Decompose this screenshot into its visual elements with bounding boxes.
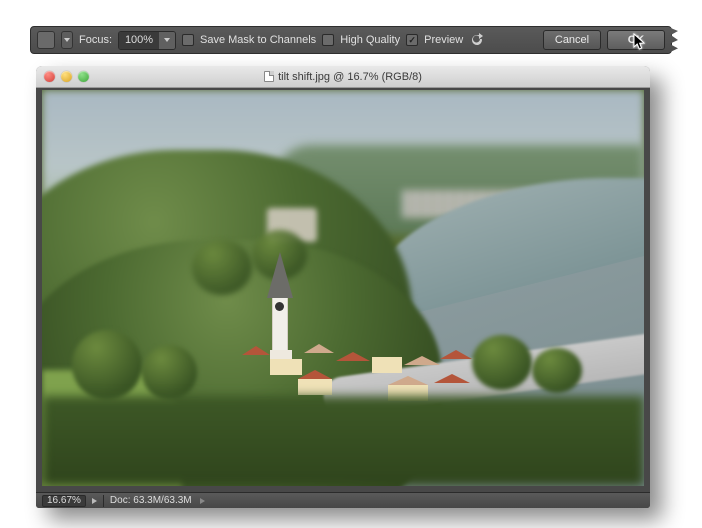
zoom-field[interactable]: 16.67%	[42, 495, 86, 507]
high-quality-checkbox[interactable]	[322, 34, 334, 46]
document-icon	[264, 71, 274, 82]
doc-info-menu-icon[interactable]	[200, 498, 205, 504]
window-title-text: tilt shift.jpg @ 16.7% (RGB/8)	[278, 71, 422, 83]
status-popout-icon[interactable]	[92, 498, 97, 504]
zoom-value: 16.67%	[47, 495, 81, 506]
save-mask-label: Save Mask to Channels	[200, 34, 316, 46]
options-bar: Focus: Save Mask to Channels High Qualit…	[30, 26, 672, 54]
cancel-button[interactable]: Cancel	[543, 30, 601, 50]
window-titlebar[interactable]: tilt shift.jpg @ 16.7% (RGB/8)	[36, 66, 650, 88]
focus-label: Focus:	[79, 34, 112, 46]
focus-dropdown[interactable]	[159, 32, 175, 49]
status-bar: 16.67% Doc: 63.3M/63.3M	[36, 492, 650, 508]
window-title: tilt shift.jpg @ 16.7% (RGB/8)	[36, 71, 650, 83]
focus-field-group	[118, 31, 176, 50]
mouse-cursor-icon	[633, 33, 647, 54]
image-canvas[interactable]	[42, 90, 644, 486]
reset-icon[interactable]	[469, 32, 485, 48]
cancel-button-label: Cancel	[555, 34, 589, 46]
save-mask-checkbox[interactable]	[182, 34, 194, 46]
document-window: tilt shift.jpg @ 16.7% (RGB/8)	[36, 66, 650, 508]
doc-info: Doc: 63.3M/63.3M	[110, 495, 192, 506]
tool-preset-swatch[interactable]	[37, 31, 55, 49]
high-quality-label: High Quality	[340, 34, 400, 46]
preview-checkbox[interactable]	[406, 34, 418, 46]
preview-label: Preview	[424, 34, 463, 46]
canvas-area[interactable]	[36, 88, 650, 492]
options-bar-overflow-edge	[666, 26, 678, 54]
tool-preset-dropdown[interactable]	[61, 31, 73, 49]
focus-input[interactable]	[119, 32, 159, 49]
